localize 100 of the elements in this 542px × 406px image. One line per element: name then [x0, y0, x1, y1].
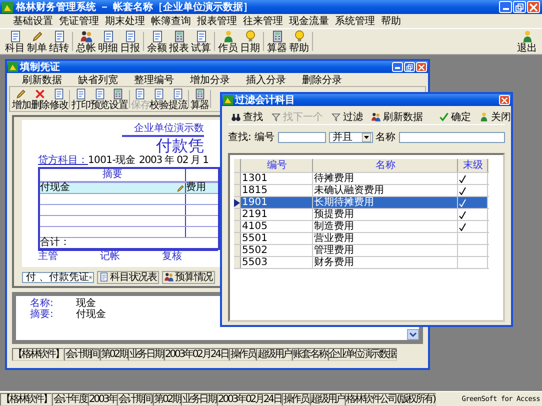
toolbar-button[interactable]: 算器	[266, 29, 288, 54]
menu-item[interactable]: 报表管理	[196, 14, 238, 28]
toolbar-button[interactable]: 修改	[50, 87, 68, 111]
status-cell: 账套名称	[292, 348, 328, 361]
status-cell: 【格林软件】	[0, 392, 52, 406]
status-cell: 会计期间	[64, 348, 100, 361]
toolbar-button[interactable]: 刷新数据	[371, 110, 423, 124]
menu-item[interactable]: 增加分录	[189, 72, 231, 86]
toolbar-button[interactable]: 科目状况表	[97, 270, 160, 284]
toolbar-button[interactable]: 预算情况	[162, 270, 215, 284]
menu-item[interactable]: 帐簿查询	[150, 14, 192, 28]
document-icon	[172, 88, 184, 100]
menu-item[interactable]: 删除分录	[301, 72, 343, 86]
restore-icon	[515, 2, 524, 12]
close-button[interactable]	[416, 62, 427, 72]
pencil-icon	[30, 30, 44, 42]
status-cell: 格林软件公司(版权所有)	[345, 392, 436, 406]
status-cell: 业务日期	[128, 348, 164, 361]
app-logo-icon	[2, 2, 13, 12]
menu-item[interactable]: 插入分录	[245, 72, 287, 86]
menu-item[interactable]: 往来管理	[242, 14, 284, 28]
voucher-type-dropdown[interactable]: 付 、付款凭证	[22, 272, 94, 282]
exit-button[interactable]: 退出	[516, 29, 538, 54]
menu-item[interactable]: 现金流量	[288, 14, 330, 28]
document-icon	[102, 30, 114, 42]
toolbar-button[interactable]: 余额	[146, 29, 168, 54]
calculator-icon	[270, 30, 284, 42]
toolbar-button[interactable]: 过滤	[331, 110, 363, 124]
column-header[interactable]: 名称	[313, 159, 458, 172]
toolbar-button[interactable]: 帮助	[288, 29, 310, 54]
restore-button[interactable]	[513, 1, 526, 13]
toolbar-button[interactable]: 提流	[168, 87, 188, 111]
menu-item[interactable]: 帮助	[380, 14, 402, 28]
toolbar-button[interactable]: 试算	[190, 29, 212, 54]
toolbar-button[interactable]: 查找	[231, 110, 263, 124]
toolbar-button[interactable]: 结转	[48, 29, 70, 54]
calculator-icon	[112, 88, 124, 100]
find-label: 查找: 编号	[228, 130, 275, 144]
minimize-icon	[395, 67, 400, 69]
account-row[interactable]: 5502 管理费用	[234, 245, 489, 257]
account-row[interactable]: 5503 财务费用	[234, 257, 489, 269]
account-row[interactable]: 5501 营业费用	[234, 233, 489, 245]
scroll-down-button[interactable]	[407, 329, 419, 340]
account-cell[interactable]: 费用	[186, 183, 218, 193]
people-icon	[371, 112, 381, 122]
column-header[interactable]: 末级	[458, 159, 488, 172]
table-cell: 未确认融资费用	[314, 185, 384, 196]
total-label: 合计：	[40, 238, 70, 248]
toolbar-button[interactable]: 作员	[217, 29, 239, 54]
check-icon	[439, 112, 449, 122]
person-icon	[479, 112, 489, 122]
table-cell: 管理费用	[314, 245, 354, 256]
account-row[interactable]: 2191 预提费用	[234, 209, 489, 221]
toolbar-button[interactable]: 打印	[71, 87, 90, 111]
menu-item[interactable]: 系统管理	[334, 14, 376, 28]
menu-item[interactable]: 凭证管理	[58, 14, 100, 28]
toolbar-button[interactable]: 校验	[150, 87, 168, 111]
menu-item[interactable]: 缺省列宽	[77, 72, 119, 86]
toolbar-button[interactable]: 删除	[30, 87, 50, 111]
document-icon	[53, 88, 66, 100]
app-logo-icon	[8, 62, 18, 72]
toolbar-button[interactable]: 明细	[97, 29, 119, 54]
calculator-icon	[172, 30, 186, 42]
close-button[interactable]	[499, 95, 510, 105]
bulb-icon	[244, 30, 256, 42]
menu-item[interactable]: 基础设置	[12, 14, 54, 28]
restore-button[interactable]	[404, 62, 415, 72]
minimize-button[interactable]	[392, 62, 403, 72]
toolbar-button[interactable]: 增加	[12, 87, 31, 111]
detail-label: 摘要:	[30, 309, 54, 320]
toolbar-button[interactable]: 报表	[168, 29, 190, 54]
row-pointer-icon	[234, 198, 240, 206]
detail-value: 现金	[76, 298, 96, 309]
toolbar-button[interactable]: 日期	[239, 29, 261, 54]
code-input-field[interactable]	[278, 132, 326, 142]
document-icon	[94, 88, 106, 100]
operator-dropdown[interactable]: 并且	[328, 132, 373, 142]
name-input-field[interactable]	[398, 132, 505, 142]
toolbar-button[interactable]: 设置	[109, 87, 128, 111]
toolbar-button[interactable]: 总帐	[75, 29, 97, 54]
table-cell: 待摊费用	[314, 173, 354, 184]
status-cell: 2003年	[88, 392, 118, 406]
minimize-button[interactable]	[499, 1, 512, 13]
toolbar-button[interactable]: 关闭	[479, 110, 511, 124]
menu-item[interactable]: 刷新数据	[21, 72, 63, 86]
toolbar-button[interactable]: 制单	[26, 29, 48, 54]
toolbar-button[interactable]: 科目	[4, 29, 26, 54]
table-cell: 1301	[242, 173, 268, 184]
toolbar-button[interactable]: 算器	[190, 87, 210, 111]
toolbar-button[interactable]: 确定	[439, 110, 471, 124]
menu-item[interactable]: 期末处理	[104, 14, 146, 28]
toolbar-button[interactable]: 预览	[90, 87, 110, 111]
column-header[interactable]: 编号	[241, 159, 313, 172]
close-button[interactable]	[527, 1, 540, 13]
toolbar-button[interactable]: 日报	[119, 29, 141, 54]
account-row[interactable]: 1301 待摊费用	[234, 173, 489, 185]
menu-item[interactable]: 整理编号	[133, 72, 175, 86]
restore-icon	[406, 64, 413, 70]
summary-cell[interactable]: 付现金	[40, 183, 186, 193]
account-row[interactable]: 4105 制造费用	[234, 221, 489, 233]
